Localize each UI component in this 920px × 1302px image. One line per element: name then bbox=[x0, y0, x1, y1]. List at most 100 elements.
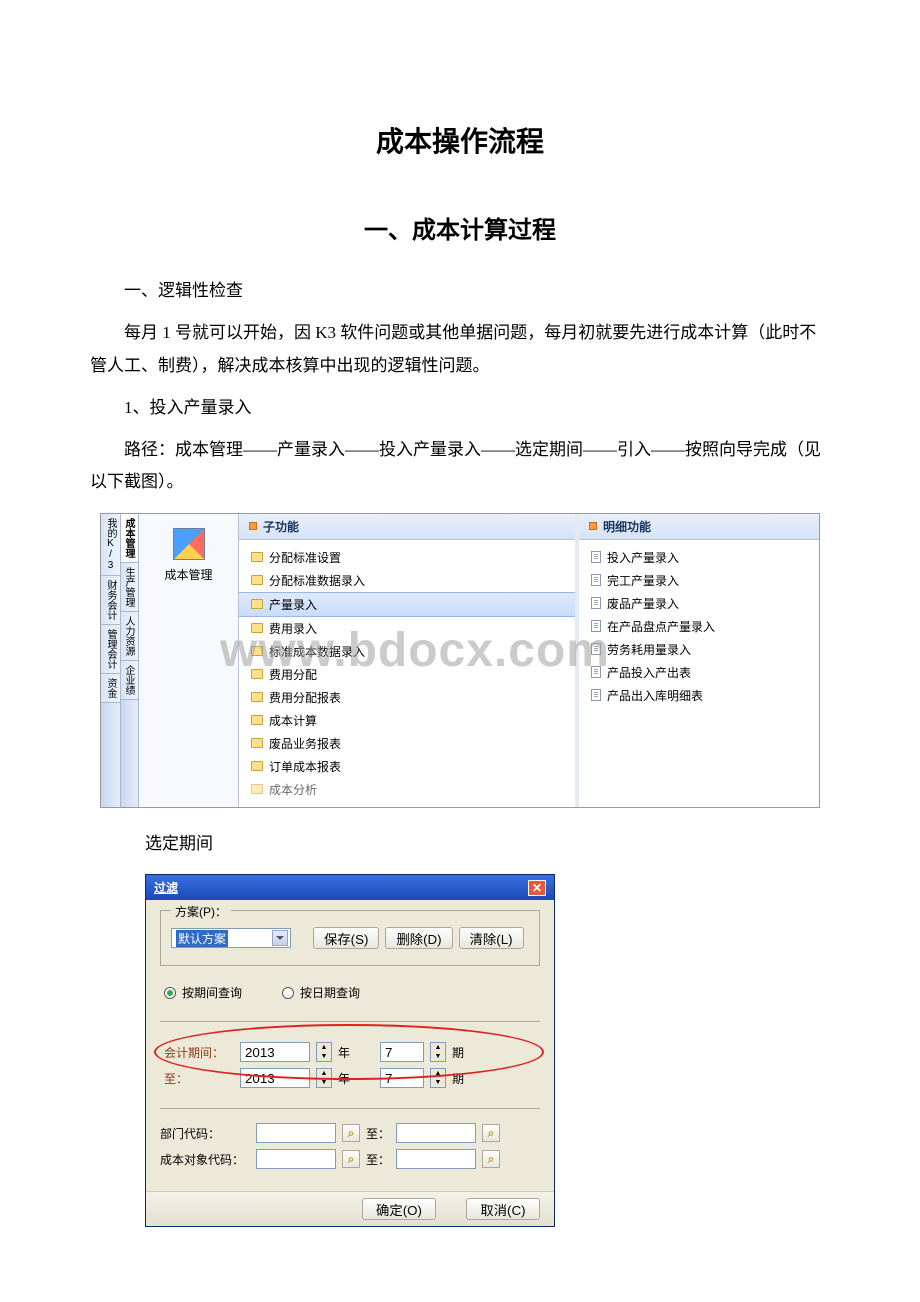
doc-title: 成本操作流程 bbox=[90, 120, 830, 160]
plan-legend: 方案(P)： bbox=[171, 903, 231, 920]
unit-year: 年 bbox=[338, 1044, 350, 1061]
sub-item-order-cost-report[interactable]: 订单成本报表 bbox=[239, 755, 575, 778]
close-button[interactable]: ✕ bbox=[528, 880, 546, 896]
year-from-spinner[interactable]: ▲▼ bbox=[316, 1042, 332, 1062]
delete-button[interactable]: 删除(D) bbox=[385, 927, 452, 949]
sub-item-alloc-data[interactable]: 分配标准数据录入 bbox=[239, 569, 575, 592]
costobj-from-picker[interactable]: ⌕ bbox=[342, 1150, 360, 1168]
folder-icon bbox=[251, 552, 263, 562]
square-bullet-icon bbox=[249, 522, 257, 530]
year-from-input[interactable] bbox=[240, 1042, 310, 1062]
module-tab-prod[interactable]: 生产管理 bbox=[121, 563, 138, 612]
sub-item-cost-calc[interactable]: 成本计算 bbox=[239, 709, 575, 732]
list-item-label: 完工产量录入 bbox=[607, 572, 679, 589]
list-item-label: 费用分配报表 bbox=[269, 689, 341, 706]
list-item-label: 费用分配 bbox=[269, 666, 317, 683]
ok-button[interactable]: 确定(O) bbox=[362, 1198, 436, 1220]
year-to-input[interactable] bbox=[240, 1068, 310, 1088]
list-item-label: 订单成本报表 bbox=[269, 758, 341, 775]
list-item-label: 在产品盘点产量录入 bbox=[607, 618, 715, 635]
list-item-label: 废品业务报表 bbox=[269, 735, 341, 752]
para-path: 路径：成本管理——产量录入——投入产量录入——选定期间——引入——按照向导完成（… bbox=[90, 434, 830, 499]
cancel-button[interactable]: 取消(C) bbox=[466, 1198, 540, 1220]
costobj-from-input[interactable] bbox=[256, 1149, 336, 1169]
period-from-input[interactable] bbox=[380, 1042, 424, 1062]
costobj-to-picker[interactable]: ⌕ bbox=[482, 1150, 500, 1168]
list-item-label: 成本分析 bbox=[269, 781, 317, 798]
detail-item-io-report[interactable]: 产品投入产出表 bbox=[579, 661, 819, 684]
sub-item-std-cost-data[interactable]: 标准成本数据录入 bbox=[239, 640, 575, 663]
sub-item-expense-entry[interactable]: 费用录入 bbox=[239, 617, 575, 640]
list-item-label: 废品产量录入 bbox=[607, 595, 679, 612]
year-to-spinner[interactable]: ▲▼ bbox=[316, 1068, 332, 1088]
file-icon bbox=[591, 574, 601, 586]
para-select-period: 选定期间 bbox=[145, 828, 830, 860]
list-item-label: 投入产量录入 bbox=[607, 549, 679, 566]
period-to-input[interactable] bbox=[380, 1068, 424, 1088]
costobj-to-input[interactable] bbox=[396, 1149, 476, 1169]
nav-label[interactable]: 成本管理 bbox=[139, 566, 238, 583]
label-costobj-code: 成本对象代码： bbox=[160, 1151, 250, 1168]
folder-icon bbox=[251, 738, 263, 748]
detail-item-stock-io-detail[interactable]: 产品出入库明细表 bbox=[579, 684, 819, 707]
sub-item-cost-analysis[interactable]: 成本分析 bbox=[239, 778, 575, 801]
list-item-label: 标准成本数据录入 bbox=[269, 643, 365, 660]
label-acct-period: 会计期间： bbox=[164, 1044, 234, 1061]
detail-item-complete-qty[interactable]: 完工产量录入 bbox=[579, 569, 819, 592]
file-icon bbox=[591, 689, 601, 701]
list-item-label: 费用录入 bbox=[269, 620, 317, 637]
k3-side-tab-strip: 我的K/3 财务会计 管理会计 资金 bbox=[101, 514, 121, 807]
period-from-spinner[interactable]: ▲▼ bbox=[430, 1042, 446, 1062]
list-item-label: 分配标准数据录入 bbox=[269, 572, 365, 589]
para-input-qty: 1、投入产量录入 bbox=[90, 392, 830, 424]
unit-year: 年 bbox=[338, 1070, 350, 1087]
side-tab-mgmt[interactable]: 管理会计 bbox=[101, 625, 120, 674]
sub-item-output-entry[interactable]: 产量录入 bbox=[239, 592, 575, 617]
dept-to-picker[interactable]: ⌕ bbox=[482, 1124, 500, 1142]
radio-by-date[interactable]: 按日期查询 bbox=[282, 984, 360, 1001]
dept-from-picker[interactable]: ⌕ bbox=[342, 1124, 360, 1142]
detail-item-wip-qty[interactable]: 在产品盘点产量录入 bbox=[579, 615, 819, 638]
detail-item-input-qty[interactable]: 投入产量录入 bbox=[579, 546, 819, 569]
plan-dropdown[interactable]: 默认方案 bbox=[171, 928, 291, 948]
list-item-label: 产品投入产出表 bbox=[607, 664, 691, 681]
clear-button[interactable]: 清除(L) bbox=[459, 927, 524, 949]
period-groupbox: 会计期间： ▲▼ 年 ▲▼ 期 至： ▲▼ 年 ▲▼ 期 bbox=[160, 1021, 540, 1109]
sub-item-scrap-report[interactable]: 废品业务报表 bbox=[239, 732, 575, 755]
folder-icon bbox=[251, 646, 263, 656]
radio-icon bbox=[282, 987, 294, 999]
list-item-label: 产品出入库明细表 bbox=[607, 687, 703, 704]
label-to: 至： bbox=[164, 1070, 234, 1087]
radio-by-period[interactable]: 按期间查询 bbox=[164, 984, 242, 1001]
cost-module-icon bbox=[173, 528, 205, 560]
sub-item-expense-alloc[interactable]: 费用分配 bbox=[239, 663, 575, 686]
sub-item-alloc-std[interactable]: 分配标准设置 bbox=[239, 546, 575, 569]
folder-icon bbox=[251, 669, 263, 679]
dept-to-input[interactable] bbox=[396, 1123, 476, 1143]
module-tab-cost[interactable]: 成本管理 bbox=[121, 514, 138, 563]
detail-item-scrap-qty[interactable]: 废品产量录入 bbox=[579, 592, 819, 615]
period-to-spinner[interactable]: ▲▼ bbox=[430, 1068, 446, 1088]
side-tab-finance[interactable]: 财务会计 bbox=[101, 576, 120, 625]
k3-module-tab-strip: 成本管理 生产管理 人力资源 企业绩 bbox=[121, 514, 139, 807]
chevron-down-icon bbox=[272, 930, 288, 946]
detail-item-labor-usage[interactable]: 劳务耗用量录入 bbox=[579, 638, 819, 661]
filter-dialog: 过滤 ✕ 方案(P)： 默认方案 保存(S) 删除(D) 清除(L) 按期间查询 bbox=[145, 874, 555, 1227]
module-tab-hr[interactable]: 人力资源 bbox=[121, 612, 138, 661]
sub-function-list: 分配标准设置 分配标准数据录入 产量录入 费用录入 标准成本数据录入 费用分配 … bbox=[239, 540, 575, 807]
para-monthly: 每月 1 号就可以开始，因 K3 软件问题或其他单据问题，每月初就要先进行成本计… bbox=[90, 317, 830, 382]
label-to-sep: 至： bbox=[366, 1125, 390, 1142]
dialog-title-text: 过滤 bbox=[154, 879, 178, 896]
unit-period: 期 bbox=[452, 1044, 464, 1061]
save-button[interactable]: 保存(S) bbox=[313, 927, 379, 949]
side-tab-myk3[interactable]: 我的K/3 bbox=[101, 514, 120, 576]
folder-icon bbox=[251, 761, 263, 771]
module-tab-perf[interactable]: 企业绩 bbox=[121, 661, 138, 700]
folder-icon bbox=[251, 715, 263, 725]
detail-function-list: 投入产量录入 完工产量录入 废品产量录入 在产品盘点产量录入 劳务耗用量录入 产… bbox=[579, 540, 819, 713]
file-icon bbox=[591, 597, 601, 609]
k3-nav-column: 成本管理 bbox=[139, 514, 239, 807]
side-tab-fund[interactable]: 资金 bbox=[101, 674, 120, 703]
sub-item-expense-report[interactable]: 费用分配报表 bbox=[239, 686, 575, 709]
dept-from-input[interactable] bbox=[256, 1123, 336, 1143]
